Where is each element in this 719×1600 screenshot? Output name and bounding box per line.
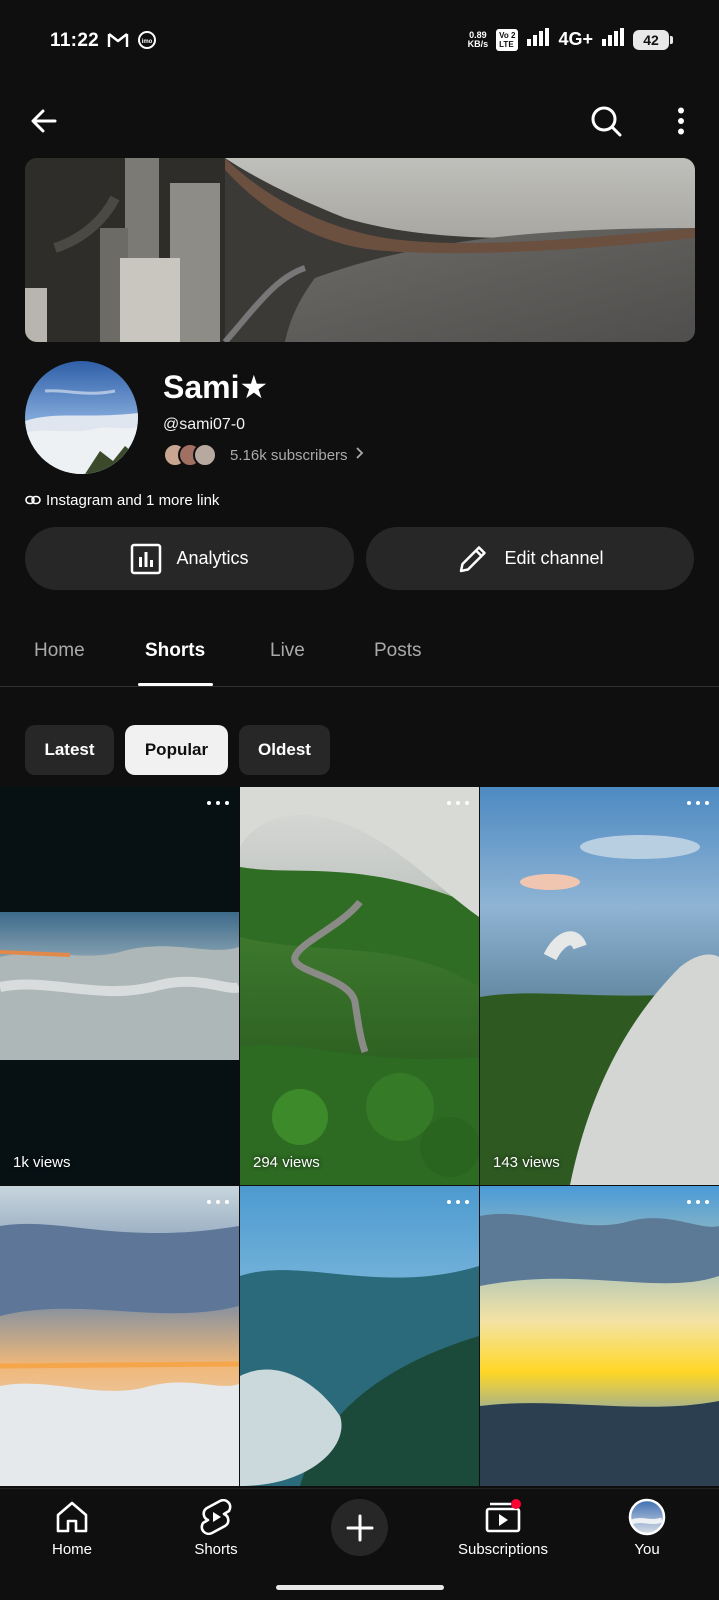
nav-shorts-label: Shorts <box>194 1541 238 1558</box>
more-options-button[interactable] <box>657 97 705 145</box>
network-type: 4G+ <box>558 29 593 49</box>
subscriber-count: 5.16k subscribers <box>230 446 348 464</box>
subscribers-row[interactable]: 5.16k subscribers <box>163 442 364 468</box>
home-icon <box>54 1497 90 1537</box>
home-indicator[interactable] <box>276 1585 444 1590</box>
more-horiz-icon[interactable] <box>447 801 469 807</box>
short-thumbnail <box>0 787 239 1185</box>
signal-icon <box>526 28 550 51</box>
tab-posts[interactable]: Posts <box>374 640 422 662</box>
analytics-icon <box>131 543 162 574</box>
imo-icon: imo <box>137 30 157 55</box>
active-tab-indicator <box>138 683 213 686</box>
chip-oldest[interactable]: Oldest <box>239 725 330 775</box>
plus-icon <box>346 1514 373 1541</box>
short-thumbnail <box>0 1186 239 1486</box>
short-tile[interactable]: 1k views <box>0 787 239 1185</box>
links-text: Instagram and 1 more link <box>46 492 220 509</box>
battery-icon: 42 <box>633 29 673 50</box>
short-views: 294 views <box>253 1154 320 1171</box>
gmail-icon <box>107 31 129 54</box>
tab-home[interactable]: Home <box>34 640 85 662</box>
more-horiz-icon[interactable] <box>207 1200 229 1206</box>
channel-handle: @sami07-0 <box>163 416 246 433</box>
analytics-button[interactable]: Analytics <box>25 527 354 590</box>
nav-subscriptions-label: Subscriptions <box>457 1541 549 1558</box>
banner-image <box>25 158 695 342</box>
status-system-icons: 0.89 KB/s Vo 2 LTE 4G+ 42 <box>467 28 673 51</box>
short-tile[interactable] <box>480 1186 719 1486</box>
short-tile[interactable] <box>0 1186 239 1486</box>
more-horiz-icon[interactable] <box>687 1200 709 1206</box>
network-speed: 0.89 KB/s <box>467 30 489 49</box>
channel-name: Sami★ <box>163 369 269 405</box>
bottom-nav: Home Shorts Subscriptions You <box>0 1488 719 1600</box>
edit-channel-label: Edit channel <box>504 548 604 568</box>
short-tile[interactable]: 143 views <box>480 787 719 1185</box>
search-button[interactable] <box>582 97 630 145</box>
volte-badge: Vo 2 LTE <box>496 28 519 51</box>
back-arrow-icon <box>31 109 57 133</box>
channel-avatar[interactable] <box>25 361 138 474</box>
pencil-icon <box>460 545 487 572</box>
volte-sub: 2 <box>511 30 516 40</box>
status-notification-icons: imo <box>107 30 157 55</box>
nav-home[interactable]: Home <box>12 1497 132 1558</box>
top-nav <box>0 94 719 150</box>
shorts-icon <box>200 1497 232 1537</box>
signal-icon <box>601 28 625 51</box>
avatar-image <box>25 361 138 474</box>
status-bar: 11:22 imo 0.89 KB/s Vo 2 LTE 4G+ 42 <box>0 0 719 84</box>
short-thumbnail <box>240 787 479 1185</box>
create-button[interactable] <box>331 1499 388 1556</box>
more-horiz-icon[interactable] <box>207 801 229 807</box>
tab-shorts[interactable]: Shorts <box>145 640 205 662</box>
nav-you[interactable]: You <box>587 1497 707 1558</box>
volte-top: Vo <box>499 30 509 40</box>
channel-links[interactable]: Instagram and 1 more link <box>25 492 219 509</box>
status-time: 11:22 <box>50 30 100 51</box>
more-vert-icon <box>678 107 684 135</box>
short-thumbnail <box>240 1186 479 1486</box>
channel-tabs: Home Shorts Live Posts <box>0 620 719 687</box>
battery-level: 42 <box>643 31 659 48</box>
channel-banner[interactable] <box>25 158 695 342</box>
nav-you-label: You <box>634 1541 660 1558</box>
short-tile[interactable]: 294 views <box>240 787 479 1185</box>
short-thumbnail <box>480 787 719 1185</box>
short-views: 143 views <box>493 1154 560 1171</box>
back-button[interactable] <box>20 97 68 145</box>
search-icon <box>591 106 622 137</box>
chevron-right-icon <box>355 446 364 464</box>
edit-channel-button[interactable]: Edit channel <box>366 527 694 590</box>
analytics-label: Analytics <box>176 548 249 568</box>
more-horiz-icon[interactable] <box>687 801 709 807</box>
nav-home-label: Home <box>51 1541 92 1558</box>
more-horiz-icon[interactable] <box>447 1200 469 1206</box>
you-avatar-icon <box>628 1497 666 1537</box>
chip-popular[interactable]: Popular <box>125 725 228 775</box>
short-views: 1k views <box>13 1154 71 1171</box>
subscriptions-icon <box>483 1497 523 1537</box>
link-icon <box>25 492 41 509</box>
tab-live[interactable]: Live <box>270 640 305 662</box>
volte-bottom: LTE <box>499 39 514 49</box>
short-tile[interactable] <box>240 1186 479 1486</box>
speed-unit: KB/s <box>467 38 489 49</box>
subscriber-avatar <box>193 443 217 467</box>
chip-latest[interactable]: Latest <box>25 725 114 775</box>
subscriber-avatars <box>163 443 217 467</box>
nav-shorts[interactable]: Shorts <box>156 1497 276 1558</box>
nav-subscriptions[interactable]: Subscriptions <box>443 1497 563 1558</box>
svg-text:imo: imo <box>142 39 153 45</box>
short-thumbnail <box>480 1186 719 1486</box>
